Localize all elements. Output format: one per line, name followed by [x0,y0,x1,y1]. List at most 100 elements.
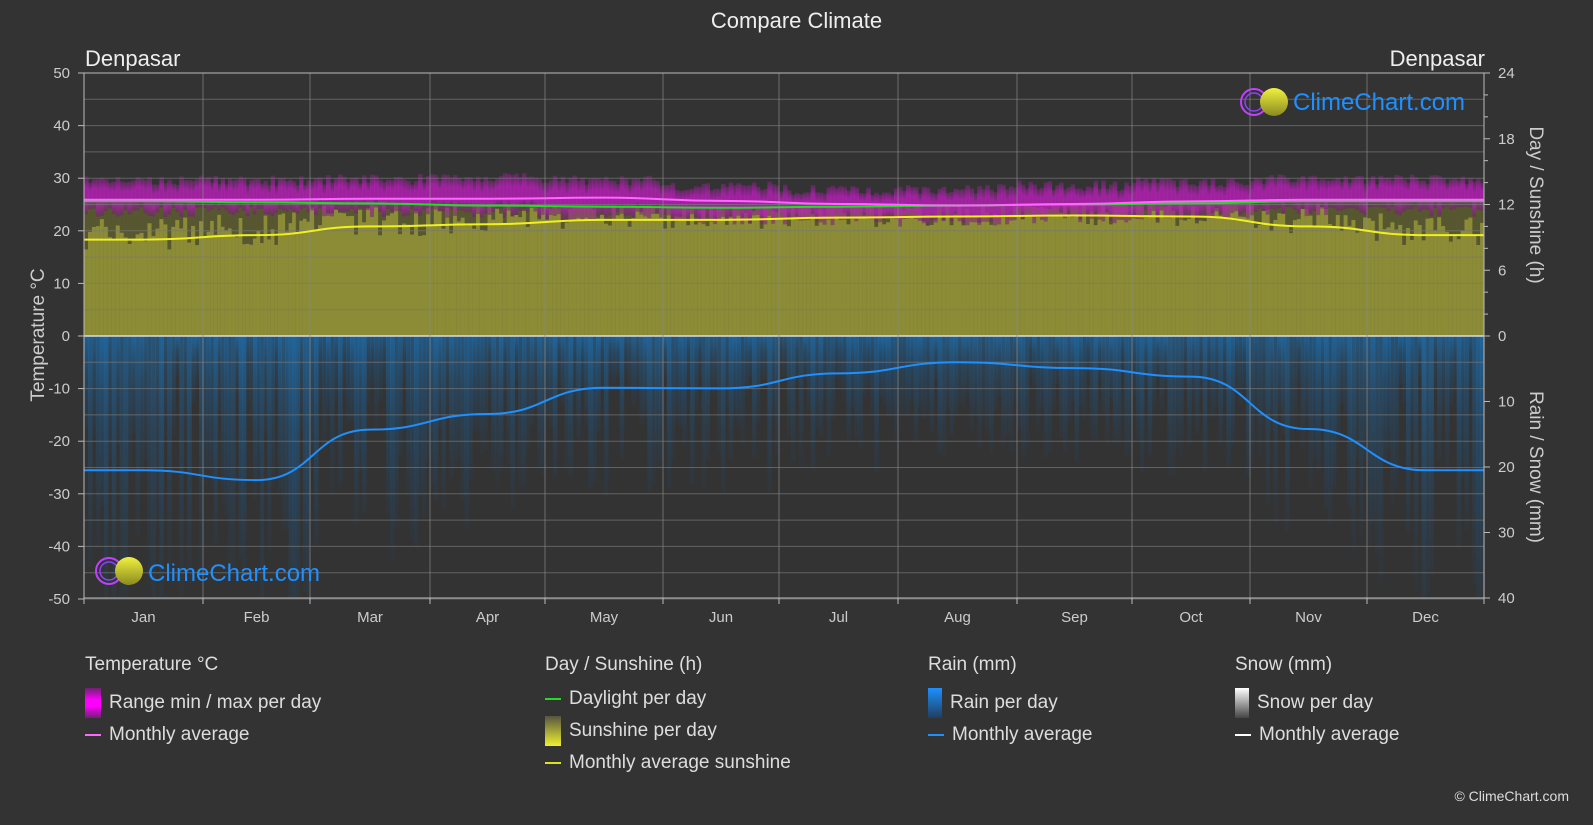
rain-bar [292,336,297,598]
sunshine-bar [394,204,399,336]
sunshine-bar [1147,203,1153,336]
sunshine-bar [713,218,718,336]
rain-bar [1132,336,1137,397]
sunshine-bar [674,216,680,336]
rain-bar [854,336,859,439]
sunshine-bar [1406,227,1411,336]
rain-bar [1448,336,1454,406]
rain-bar [611,336,617,384]
temp-range-bar [179,176,184,217]
temp-range-bar [1139,180,1145,220]
rain-bar [905,336,911,417]
temp-range-bar [830,185,836,226]
rain-bar [655,336,660,467]
rain-bar [1265,336,1271,505]
temp-range-bar [1464,184,1469,207]
sunshine-bar [135,234,141,336]
rain-bar [263,336,268,433]
sunshine-bar [1036,207,1041,336]
temp-range-bar [1086,186,1091,218]
sunshine-bar [430,225,435,336]
rain-bar [639,336,644,425]
rain-bar [552,336,558,477]
rain-bar [1206,336,1212,397]
legend-heading-sunshine: Day / Sunshine (h) [545,654,703,675]
rain-bar [210,336,215,490]
sunshine-bar [163,224,168,336]
sunshine-bar [1281,213,1286,336]
temp-range-bar [210,182,215,210]
rain-bar [506,336,512,465]
temp-range-bar [366,182,371,211]
temp-range-bar [326,175,331,216]
temp-range-bar [1265,177,1271,215]
temp-range-bar [647,175,652,219]
rain-bar [1171,336,1176,478]
legend-item-sunshine: Sunshine per day [545,716,791,746]
temp-range-bar [529,176,535,208]
rain-bar [1296,336,1302,383]
sunshine-bar [422,235,427,336]
rain-bar [623,336,629,376]
rain-bar [171,336,176,436]
rain-bar [242,336,247,571]
rain-bar [460,336,466,502]
temp-range-bar [913,187,919,219]
rain-bar [390,336,395,558]
temp-range-bar [953,188,959,219]
rain-bar [806,336,812,410]
rain-bar [1143,336,1149,387]
sunshine-bar [370,205,375,336]
rain-bar [771,336,776,420]
left-tick-label: 50 [53,65,70,82]
x-tick-label: Feb [244,609,270,626]
rain-bar [1097,336,1102,380]
temp-range-bar [1456,180,1462,208]
legend-label: Rain per day [950,692,1058,713]
sunshine-bar [917,205,923,336]
watermark-text: ClimeChart.com [1293,89,1465,116]
rain-swatch [928,688,942,718]
rain-bar [1316,336,1321,470]
temp-range-bar [1082,190,1087,215]
temp-range-bar [1437,175,1442,216]
rain-bar [155,336,160,526]
temp-range-bar [1020,184,1026,220]
rain-bar [790,336,796,462]
sunshine-bar [901,210,907,336]
sunshine-bar [1382,229,1388,336]
sunshine-bar [858,208,863,336]
sunshine-bar [1476,245,1481,336]
temp-range-bar [690,188,695,215]
sunshine-bar [1198,220,1204,336]
sunshine-bar [905,205,911,336]
temp-range-bar [1167,178,1172,219]
rain-bar [1032,336,1037,388]
sunshine-bar [418,235,423,336]
sunshine-bar [1109,224,1114,336]
temp-range-bar [678,190,683,221]
sunshine-bar [1277,213,1282,336]
sunshine-bar [973,215,978,336]
rain-bar [274,336,279,400]
rain-bar [596,336,601,432]
sunshine-bar [1355,232,1360,336]
rain-bar [522,336,527,487]
temp-range-bar [1476,178,1481,210]
sunshine-bar [445,207,450,336]
temp-range-bar [398,176,403,211]
rain-bar [1269,336,1274,431]
sunshine-bar [1289,233,1294,336]
sunshine-bar [1374,240,1380,336]
sunshine-bar [358,209,363,336]
rain-bar [249,336,254,428]
sunshine-bar [580,206,585,336]
rain-bar [862,336,867,397]
rain-bar [245,336,250,405]
sunshine-bar [1151,203,1157,336]
rain-bar [717,336,722,453]
rain-bar [1202,336,1208,473]
sunshine-bar [1009,213,1014,336]
temp-range-bar [1074,188,1079,215]
rain-bar [91,336,97,437]
